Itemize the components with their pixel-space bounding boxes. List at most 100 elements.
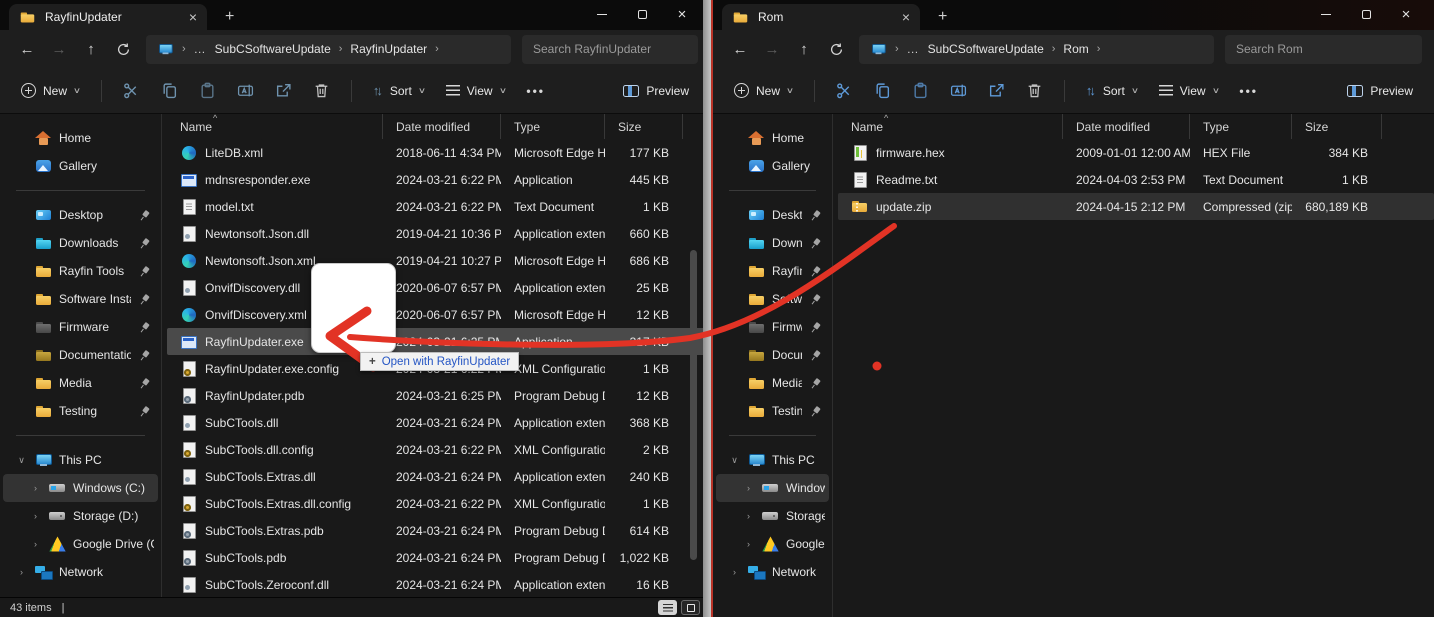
sidebar-item[interactable]: Media bbox=[3, 369, 158, 397]
breadcrumb[interactable]: › … SubCSoftwareUpdate › RayfinUpdater › bbox=[146, 35, 511, 64]
sidebar-item[interactable]: Software Ins bbox=[716, 285, 829, 313]
sidebar-item[interactable]: › Windows (C:) bbox=[716, 474, 829, 502]
sidebar-item[interactable]: ∨ This PC bbox=[716, 446, 829, 474]
share-button[interactable] bbox=[981, 77, 1012, 104]
chevron-icon[interactable]: › bbox=[29, 511, 42, 521]
vertical-scrollbar[interactable] bbox=[690, 250, 697, 560]
search-input[interactable] bbox=[1236, 42, 1411, 56]
preview-button[interactable]: Preview bbox=[616, 79, 696, 103]
breadcrumb-separator[interactable]: › bbox=[339, 43, 343, 55]
sidebar-item[interactable]: › Storage (D:) bbox=[3, 502, 158, 530]
sidebar-item[interactable]: › Network bbox=[3, 558, 158, 586]
rename-button[interactable] bbox=[943, 77, 974, 104]
copy-button[interactable] bbox=[154, 77, 185, 104]
forward-button[interactable]: → bbox=[44, 35, 74, 63]
large-icons-view-toggle[interactable] bbox=[681, 600, 700, 615]
column-header-type[interactable]: Type bbox=[1190, 114, 1292, 139]
sidebar-item[interactable]: Software Install bbox=[3, 285, 158, 313]
breadcrumb-crumb[interactable]: SubCSoftwareUpdate bbox=[928, 42, 1044, 56]
close-button[interactable]: × bbox=[1386, 0, 1426, 28]
share-button[interactable] bbox=[268, 77, 299, 104]
sort-button[interactable]: ↑↓ Sort ∨ bbox=[366, 78, 432, 103]
sidebar-item[interactable]: Firmware bbox=[716, 313, 829, 341]
chevron-icon[interactable]: › bbox=[728, 567, 741, 577]
sidebar-item[interactable]: Documenta bbox=[716, 341, 829, 369]
file-row[interactable]: update.zip 2024-04-15 2:12 PM Compressed… bbox=[838, 193, 1434, 220]
sidebar-item[interactable]: Firmware bbox=[3, 313, 158, 341]
new-button[interactable]: New ∨ bbox=[14, 78, 87, 103]
column-header-type[interactable]: Type bbox=[501, 114, 605, 139]
tab-close-icon[interactable]: × bbox=[189, 10, 197, 24]
sidebar-item[interactable]: › Google Drive bbox=[716, 530, 829, 558]
file-row[interactable]: Readme.txt 2024-04-03 2:53 PM Text Docum… bbox=[838, 166, 1434, 193]
forward-button[interactable]: → bbox=[757, 35, 787, 63]
chevron-icon[interactable]: › bbox=[742, 539, 755, 549]
sidebar-item[interactable]: Desktop bbox=[3, 201, 158, 229]
view-button[interactable]: View ∨ bbox=[439, 79, 513, 103]
breadcrumb-overflow[interactable]: … bbox=[907, 42, 920, 56]
breadcrumb-crumb[interactable]: SubCSoftwareUpdate bbox=[215, 42, 331, 56]
sidebar-item[interactable]: Home bbox=[3, 124, 158, 152]
breadcrumb-crumb[interactable]: RayfinUpdater bbox=[350, 42, 427, 56]
sidebar-item[interactable]: Downloads bbox=[716, 229, 829, 257]
minimize-button[interactable] bbox=[582, 0, 622, 28]
refresh-button[interactable] bbox=[108, 35, 138, 63]
sidebar-item[interactable]: › Google Drive (G:) bbox=[3, 530, 158, 558]
file-row[interactable]: SubCTools.dll.config 2024-03-21 6:22 PM … bbox=[167, 436, 710, 463]
breadcrumb-separator[interactable]: › bbox=[1052, 43, 1056, 55]
column-header-size[interactable]: Size bbox=[605, 114, 683, 139]
chevron-icon[interactable]: ∨ bbox=[15, 455, 28, 466]
paste-button[interactable] bbox=[192, 77, 223, 104]
up-button[interactable]: ↑ bbox=[76, 35, 106, 63]
column-header-name[interactable]: ^ Name bbox=[838, 114, 1063, 139]
file-row[interactable]: OnvifDiscovery.dll 2020-06-07 6:57 PM Ap… bbox=[167, 274, 710, 301]
breadcrumb-separator[interactable]: › bbox=[1097, 43, 1101, 55]
file-row[interactable]: SubCTools.Zeroconf.dll 2024-03-21 6:24 P… bbox=[167, 571, 710, 598]
file-row[interactable]: mdnsresponder.exe 2024-03-21 6:22 PM App… bbox=[167, 166, 710, 193]
file-row[interactable]: SubCTools.Extras.dll 2024-03-21 6:24 PM … bbox=[167, 463, 710, 490]
more-options-button[interactable]: ••• bbox=[1232, 79, 1265, 103]
sidebar-item[interactable]: Testing bbox=[716, 397, 829, 425]
file-row[interactable]: LiteDB.xml 2018-06-11 4:34 PM Microsoft … bbox=[167, 139, 710, 166]
cut-button[interactable] bbox=[116, 77, 147, 104]
maximize-button[interactable] bbox=[1346, 0, 1386, 28]
chevron-icon[interactable]: › bbox=[15, 567, 28, 577]
sidebar-item[interactable]: ∨ This PC bbox=[3, 446, 158, 474]
sidebar-item[interactable]: Media bbox=[716, 369, 829, 397]
file-row[interactable]: RayfinUpdater.exe 2024-03-21 6:25 PM App… bbox=[167, 328, 710, 355]
paste-button[interactable] bbox=[905, 77, 936, 104]
back-button[interactable]: ← bbox=[12, 35, 42, 63]
chevron-icon[interactable]: › bbox=[29, 539, 42, 549]
sidebar-item[interactable]: Desktop bbox=[716, 201, 829, 229]
file-row[interactable]: SubCTools.Extras.dll.config 2024-03-21 6… bbox=[167, 490, 710, 517]
sidebar-item[interactable]: › Windows (C:) bbox=[3, 474, 158, 502]
chevron-icon[interactable]: › bbox=[742, 511, 755, 521]
breadcrumb-separator[interactable]: › bbox=[895, 43, 899, 55]
chevron-icon[interactable]: › bbox=[742, 483, 755, 493]
tab-rayfinupdater[interactable]: RayfinUpdater × bbox=[9, 4, 207, 30]
sidebar-item[interactable]: › Storage (D:) bbox=[716, 502, 829, 530]
sidebar-item[interactable]: Testing bbox=[3, 397, 158, 425]
sidebar-item[interactable]: Home bbox=[716, 124, 829, 152]
sidebar-item[interactable]: Gallery bbox=[716, 152, 829, 180]
cut-button[interactable] bbox=[829, 77, 860, 104]
chevron-icon[interactable]: ∨ bbox=[728, 455, 741, 466]
sidebar-item[interactable]: Downloads bbox=[3, 229, 158, 257]
tab-rom[interactable]: Rom × bbox=[722, 4, 920, 30]
sidebar-item[interactable]: Gallery bbox=[3, 152, 158, 180]
file-row[interactable]: Newtonsoft.Json.dll 2019-04-21 10:36 PM … bbox=[167, 220, 710, 247]
column-header-date[interactable]: Date modified bbox=[1063, 114, 1190, 139]
column-header-size[interactable]: Size bbox=[1292, 114, 1382, 139]
refresh-button[interactable] bbox=[821, 35, 851, 63]
breadcrumb-separator[interactable]: › bbox=[435, 43, 439, 55]
column-header-date[interactable]: Date modified bbox=[383, 114, 501, 139]
preview-button[interactable]: Preview bbox=[1340, 79, 1420, 103]
file-row[interactable]: Newtonsoft.Json.xml 2019-04-21 10:27 PM … bbox=[167, 247, 710, 274]
view-button[interactable]: View ∨ bbox=[1152, 79, 1226, 103]
back-button[interactable]: ← bbox=[725, 35, 755, 63]
breadcrumb[interactable]: › … SubCSoftwareUpdate › Rom › bbox=[859, 35, 1214, 64]
file-row[interactable]: SubCTools.dll 2024-03-21 6:24 PM Applica… bbox=[167, 409, 710, 436]
file-row[interactable]: RayfinUpdater.pdb 2024-03-21 6:25 PM Pro… bbox=[167, 382, 710, 409]
new-tab-button[interactable]: + bbox=[225, 8, 234, 26]
new-tab-button[interactable]: + bbox=[938, 8, 947, 26]
